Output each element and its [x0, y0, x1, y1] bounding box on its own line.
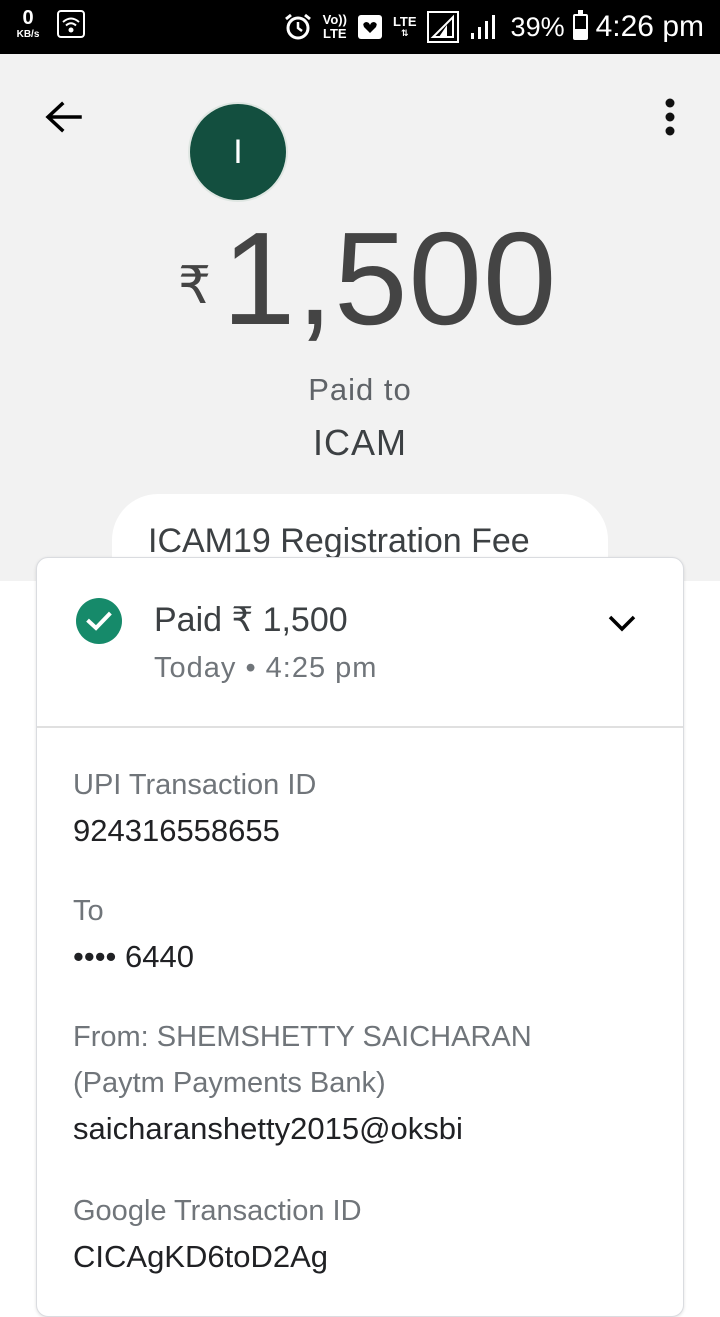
- arrow-back-icon[interactable]: [38, 94, 88, 144]
- to-account-label: To: [73, 895, 104, 927]
- check-circle-icon: [76, 598, 122, 644]
- message-heart-icon: [357, 15, 382, 39]
- from-account-field: From: SHEMSHETTY SAICHARAN (Paytm Paymen…: [73, 1014, 532, 1152]
- wifi-icon: [57, 10, 85, 38]
- volte-indicator: Vo)) LTE: [323, 13, 347, 40]
- status-bar-right: Vo)) LTE LTE ⇅ 39% 4:26 pm: [283, 0, 704, 54]
- amount-display: ₹ 1,500: [0, 205, 720, 352]
- amount-value: 1,500: [222, 205, 558, 352]
- battery-percent: 39%: [510, 11, 565, 42]
- clock-time: 4:26 pm: [595, 10, 704, 43]
- from-account-vpa: saicharanshetty2015@oksbi: [73, 1111, 463, 1146]
- lte-label: LTE: [392, 14, 417, 30]
- status-bar-left: 0 KB/s: [12, 8, 86, 40]
- lte-arrows: ⇅: [400, 28, 409, 39]
- upi-transaction-field: UPI Transaction ID 924316558655: [73, 762, 316, 854]
- currency-symbol: ₹: [178, 257, 212, 315]
- google-transaction-field: Google Transaction ID CICAgKD6toD2Ag: [73, 1188, 362, 1280]
- payee-name: ICAM: [313, 422, 407, 463]
- signal-sim1-icon: [426, 11, 459, 43]
- payment-note: ICAM19 Registration Fee: [148, 522, 530, 560]
- status-bar: 0 KB/s Vo)) LTE LTE ⇅ 39% 4:26 pm: [0, 0, 720, 54]
- battery-icon: [572, 10, 588, 40]
- transaction-detail-card: Paid ₹ 1,500 Today • 4:25 pm UPI Transac…: [36, 557, 684, 1317]
- network-speed-value: 0: [22, 7, 34, 29]
- to-account-field: To •••• 6440: [73, 888, 194, 980]
- payment-status-title: Paid ₹ 1,500: [154, 601, 348, 639]
- battery-level-fill: [574, 29, 586, 38]
- upi-transaction-value: 924316558655: [73, 813, 280, 848]
- from-account-name: From: SHEMSHETTY SAICHARAN: [73, 1021, 532, 1053]
- upi-transaction-label: UPI Transaction ID: [73, 769, 317, 801]
- signal-sim2-icon: [470, 15, 495, 39]
- payment-status-row[interactable]: Paid ₹ 1,500 Today • 4:25 pm: [37, 558, 683, 728]
- volte-top: Vo)): [322, 12, 347, 28]
- payee-avatar: I: [190, 104, 286, 200]
- lte-indicator: LTE ⇅: [393, 15, 417, 38]
- from-account-bank: (Paytm Payments Bank): [73, 1067, 386, 1099]
- alarm-icon: [284, 13, 311, 40]
- paid-to-label: Paid to: [308, 372, 412, 407]
- more-vert-icon[interactable]: [650, 94, 690, 142]
- to-account-value: •••• 6440: [73, 939, 194, 974]
- google-transaction-label: Google Transaction ID: [73, 1195, 362, 1227]
- chevron-down-icon[interactable]: [605, 606, 639, 640]
- payment-status-date: Today • 4:25 pm: [154, 652, 378, 684]
- volte-bottom: LTE: [323, 26, 347, 41]
- network-speed: 0 KB/s: [12, 8, 44, 40]
- network-speed-unit: KB/s: [16, 29, 40, 40]
- avatar-initial: I: [233, 132, 243, 171]
- google-transaction-value: CICAgKD6toD2Ag: [73, 1239, 329, 1274]
